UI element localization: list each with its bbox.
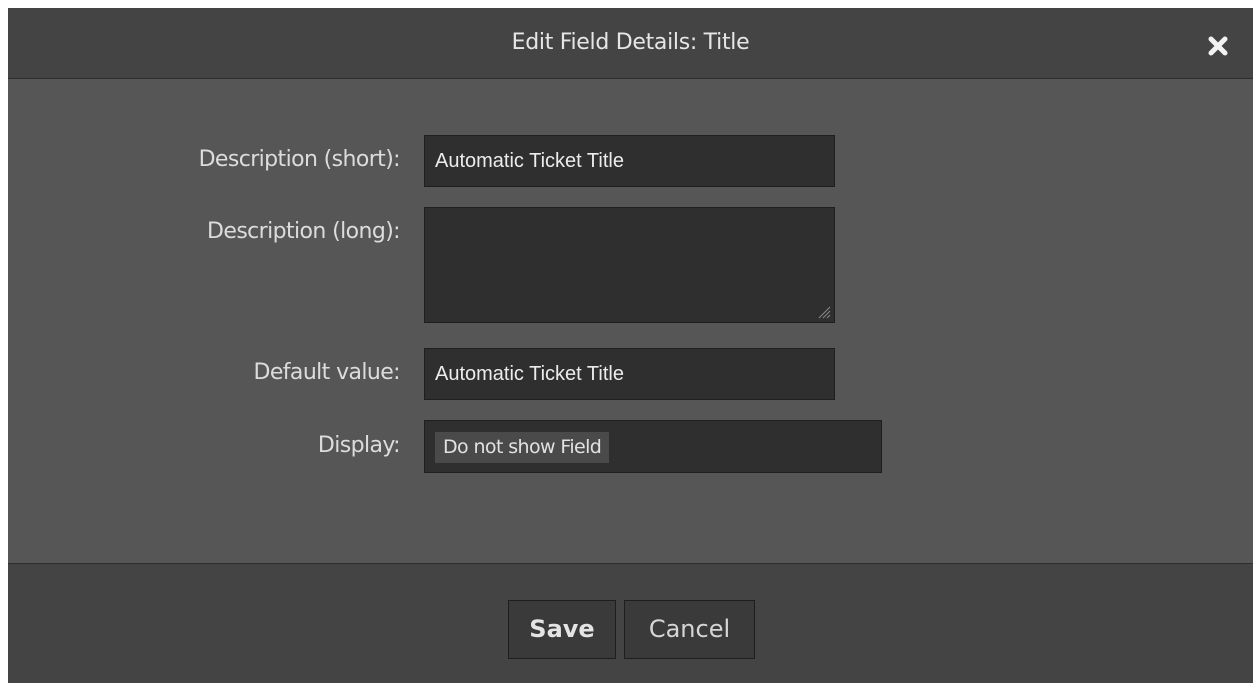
default-value-input[interactable] — [424, 348, 835, 400]
resize-grip-icon[interactable] — [817, 305, 831, 319]
dialog-title: Edit Field Details: Title — [511, 30, 750, 55]
description-short-row: Description (short): — [8, 135, 1253, 189]
default-value-row: Default value: — [8, 348, 1253, 402]
dialog-footer: Save Cancel — [8, 563, 1253, 683]
display-row: Display: Do not show Field — [8, 420, 1253, 473]
display-select[interactable]: Do not show Field — [424, 420, 882, 473]
default-value-label: Default value: — [253, 360, 401, 385]
description-long-row: Description (long): — [8, 207, 1253, 323]
description-long-textarea[interactable] — [424, 207, 835, 323]
save-button[interactable]: Save — [508, 600, 616, 659]
description-short-input[interactable] — [424, 135, 835, 187]
edit-field-dialog: Edit Field Details: Title Description (s… — [8, 8, 1253, 683]
display-selected-value: Do not show Field — [435, 432, 610, 463]
description-long-label: Description (long): — [207, 219, 401, 244]
description-short-label: Description (short): — [198, 147, 401, 172]
dialog-header: Edit Field Details: Title — [8, 8, 1253, 79]
close-icon — [1208, 36, 1228, 56]
display-label: Display: — [317, 433, 401, 458]
cancel-button[interactable]: Cancel — [624, 600, 755, 659]
close-button[interactable] — [1204, 32, 1232, 60]
